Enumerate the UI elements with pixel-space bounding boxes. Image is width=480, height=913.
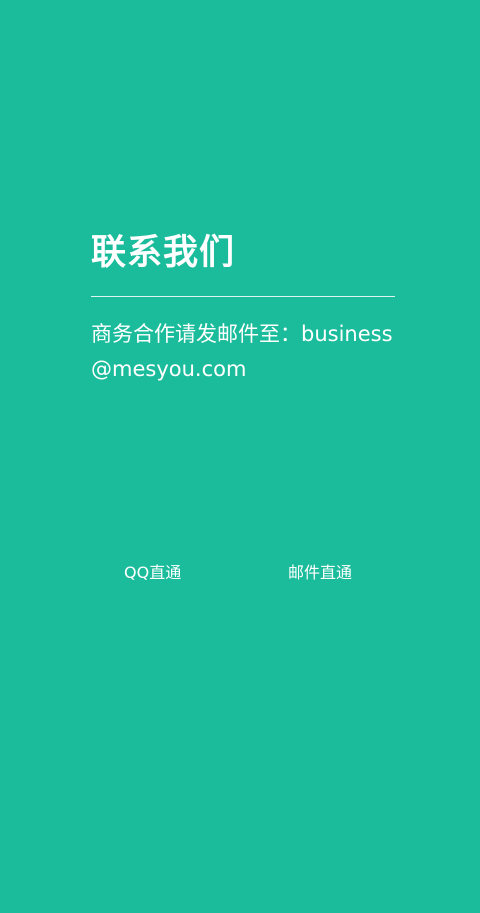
contact-section: 联系我们 商务合作请发邮件至：business@mesyou.com <box>91 228 395 387</box>
title-divider <box>91 296 395 297</box>
page-title: 联系我们 <box>91 233 236 273</box>
contact-links: QQ直通 邮件直通 <box>0 560 480 586</box>
qq-direct-link[interactable]: QQ直通 <box>124 560 181 586</box>
mail-direct-link[interactable]: 邮件直通 <box>288 560 352 586</box>
business-contact-text: 商务合作请发邮件至：business@mesyou.com <box>91 322 393 381</box>
